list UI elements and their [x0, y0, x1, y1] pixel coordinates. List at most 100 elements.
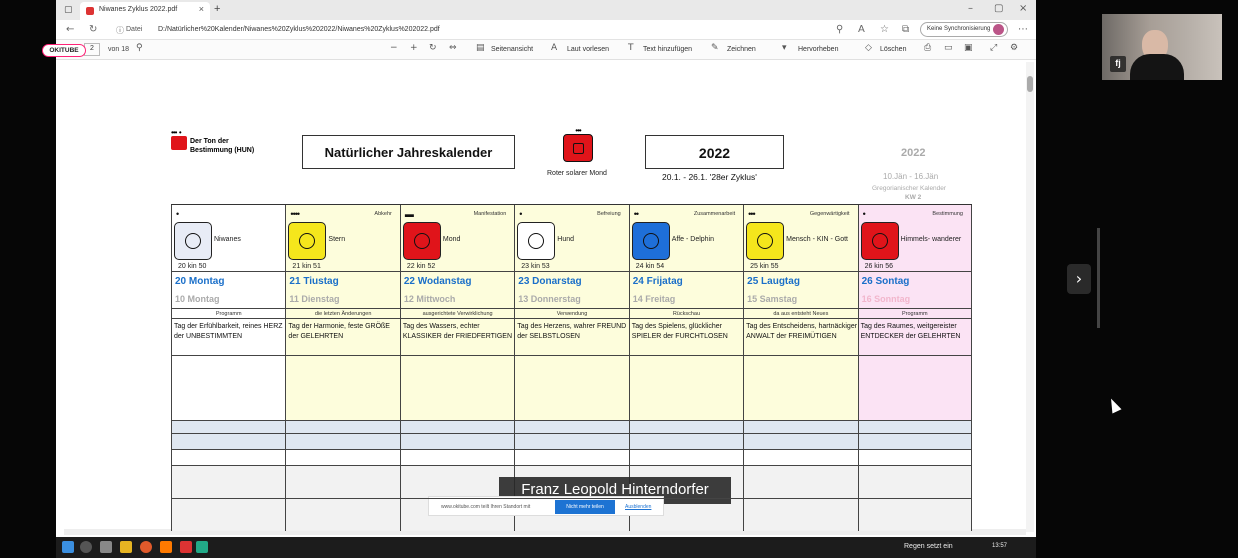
weather-status[interactable]: Regen setzt ein	[904, 543, 953, 550]
day-theme: ausgerichtete Verwirklichung	[422, 311, 493, 317]
participant-initials: fj	[1110, 56, 1126, 72]
close-tab-icon[interactable]: ×	[199, 4, 204, 14]
add-text-icon[interactable]: T	[628, 43, 634, 53]
day-column: • Bestimmung Himmels- wanderer 26 kin 56 26 …	[857, 205, 972, 531]
highlight-icon[interactable]: ▾	[782, 43, 787, 53]
kin-number: 24 kin 54	[635, 263, 665, 270]
sync-button[interactable]: Keine Synchronisierung	[920, 22, 1008, 37]
app-icon[interactable]	[180, 541, 192, 553]
tab-pdf[interactable]: Niwanes Zyklus 2022.pdf ×	[80, 2, 210, 20]
tone-dots: •••	[748, 209, 756, 219]
app-icon[interactable]	[160, 541, 172, 553]
natural-day: 25 Laugtag	[747, 276, 800, 287]
favorites-icon[interactable]: ☆	[880, 24, 889, 35]
gregorian-label: Gregorianischer Kalender	[872, 185, 947, 192]
collections-icon[interactable]: ⧉	[902, 24, 909, 35]
sign-name: Mond	[442, 236, 461, 243]
erase-button[interactable]: Löschen	[880, 46, 906, 53]
page-view-button[interactable]: Seitenansicht	[491, 46, 533, 53]
tone-dots: •	[519, 209, 522, 219]
refresh-icon[interactable]: ↻	[89, 24, 97, 35]
taskview-icon[interactable]	[100, 541, 112, 553]
gregorian-day: 15 Samstag	[747, 294, 798, 304]
next-arrow-icon[interactable]: ›	[1067, 264, 1091, 294]
day-description: Tag der Erfühlbarkeit, reines HERZ der U…	[174, 323, 283, 340]
save-as-icon[interactable]: ▣	[964, 43, 973, 53]
day-description: Tag des Wassers, echter KLASSIKER der FR…	[402, 323, 513, 340]
clock[interactable]: 13:57	[992, 543, 1007, 549]
close-window-icon[interactable]: ×	[1019, 3, 1027, 14]
save-icon[interactable]: ▭	[944, 43, 953, 53]
highlight-button[interactable]: Hervorheben	[798, 46, 838, 53]
side-scrollbar[interactable]	[1097, 228, 1100, 328]
draw-button[interactable]: Zeichnen	[727, 46, 756, 53]
day-role: Gegenwärtigkeit	[809, 211, 850, 217]
search-icon[interactable]: ⚲	[136, 43, 143, 53]
edge-icon[interactable]	[196, 541, 208, 553]
back-icon[interactable]: ←	[66, 24, 74, 35]
windows-icon[interactable]	[62, 541, 74, 553]
okitube-badge[interactable]: OKITUBE	[42, 44, 86, 57]
zoom-icon[interactable]: ⚲	[836, 24, 843, 35]
location-notice: www.okitube.com teilt Ihren Standort mit…	[428, 496, 664, 516]
browser-app-icon[interactable]	[140, 541, 152, 553]
tone-dots: ▬	[404, 209, 414, 219]
day-theme: die letzten Änderungen	[314, 311, 372, 317]
page-number-input[interactable]: 2	[84, 43, 100, 56]
zoom-in-icon[interactable]: +	[410, 43, 418, 53]
add-text-button[interactable]: Text hinzufügen	[643, 46, 692, 53]
webcam-view: fj	[1102, 14, 1222, 80]
desktop: ▢ Niwanes Zyklus 2022.pdf × + – ▢ × ← ↻ …	[0, 0, 1238, 558]
print-icon[interactable]: ⎙	[924, 43, 931, 53]
info-icon[interactable]: ⓘ	[116, 25, 124, 36]
natural-day: 26 Sontag	[861, 276, 910, 287]
tone-label: Der Ton der Bestimmung (HUN)	[190, 138, 255, 154]
pdf-toolbar: 2 von 18 ⚲ − + ↻ ⇔ ▤ Seitenansicht A Lau…	[56, 40, 1036, 60]
read-aloud-icon[interactable]: A	[551, 43, 557, 53]
stop-sharing-button[interactable]: Nicht mehr teilen	[555, 500, 615, 514]
gregorian-day: 10 Montag	[175, 294, 220, 304]
day-column: ••• Gegenwärtigkeit Mensch - KIN - Gott 25 …	[743, 205, 858, 531]
new-tab-button[interactable]: +	[214, 3, 220, 15]
gregorian-range: 10.Jän - 16.Jän	[883, 172, 939, 181]
dismiss-link[interactable]: Ausblenden	[625, 504, 651, 510]
day-column: • Niwanes 20 kin 50 20 Montag 10 Montag Progr…	[171, 205, 286, 531]
page-view-icon[interactable]: ▤	[476, 43, 485, 53]
page-title: Natürlicher Jahreskalender	[302, 135, 515, 169]
natural-day: 20 Montag	[175, 276, 225, 287]
url-field[interactable]: D:/Natürlicher%20Kalender/Niwanes%20Zykl…	[158, 26, 440, 33]
location-notice-text: www.okitube.com teilt Ihren Standort mit	[441, 504, 531, 510]
day-column: ▬ Manifestation Mond 22 kin 52 22 Wodanstag 1…	[399, 205, 515, 531]
day-theme: Verwendung	[556, 311, 588, 317]
day-theme: Programm	[215, 311, 242, 317]
day-description: Tag der Harmonie, feste GRÖßE der GELEHR…	[288, 323, 390, 340]
read-aloud-button[interactable]: Laut vorlesen	[567, 46, 609, 53]
sign-name: Niwanes	[214, 236, 241, 243]
more-icon[interactable]: ⋯	[1018, 24, 1028, 35]
explorer-icon[interactable]	[120, 541, 132, 553]
fit-icon[interactable]: ⇔	[449, 43, 457, 53]
read-mode-icon[interactable]: A	[858, 24, 865, 35]
minimize-icon[interactable]: –	[968, 3, 973, 14]
rotate-icon[interactable]: ↻	[429, 43, 437, 53]
eraser-icon[interactable]: ◇	[865, 43, 872, 53]
maximize-icon[interactable]: ▢	[994, 3, 1003, 14]
day-glyph-icon	[746, 222, 785, 260]
scroll-thumb[interactable]	[1027, 76, 1033, 92]
day-glyph-icon	[174, 222, 212, 260]
day-theme: Rückschau	[672, 311, 701, 317]
fullscreen-icon[interactable]: ⤢	[990, 43, 997, 53]
search-icon[interactable]	[80, 541, 92, 553]
taskbar: Regen setzt ein 13:57	[56, 537, 1036, 558]
draw-icon[interactable]: ✎	[711, 43, 719, 53]
day-description: Tag des Spielens, glücklicher SPIELER de…	[631, 323, 728, 340]
year-box: 2022	[645, 135, 784, 169]
tone-dots: •	[862, 209, 866, 219]
pdf-scrollbar[interactable]	[1026, 62, 1034, 532]
mouse-cursor	[1106, 396, 1122, 414]
zoom-out-icon[interactable]: −	[390, 43, 398, 53]
settings-icon[interactable]: ⚙	[1010, 43, 1018, 53]
natural-day: 21 Tiustag	[289, 276, 339, 287]
day-description: Tag des Raumes, weitgereister ENTDECKER …	[860, 323, 961, 340]
window-menu-icon[interactable]: ▢	[64, 5, 73, 15]
